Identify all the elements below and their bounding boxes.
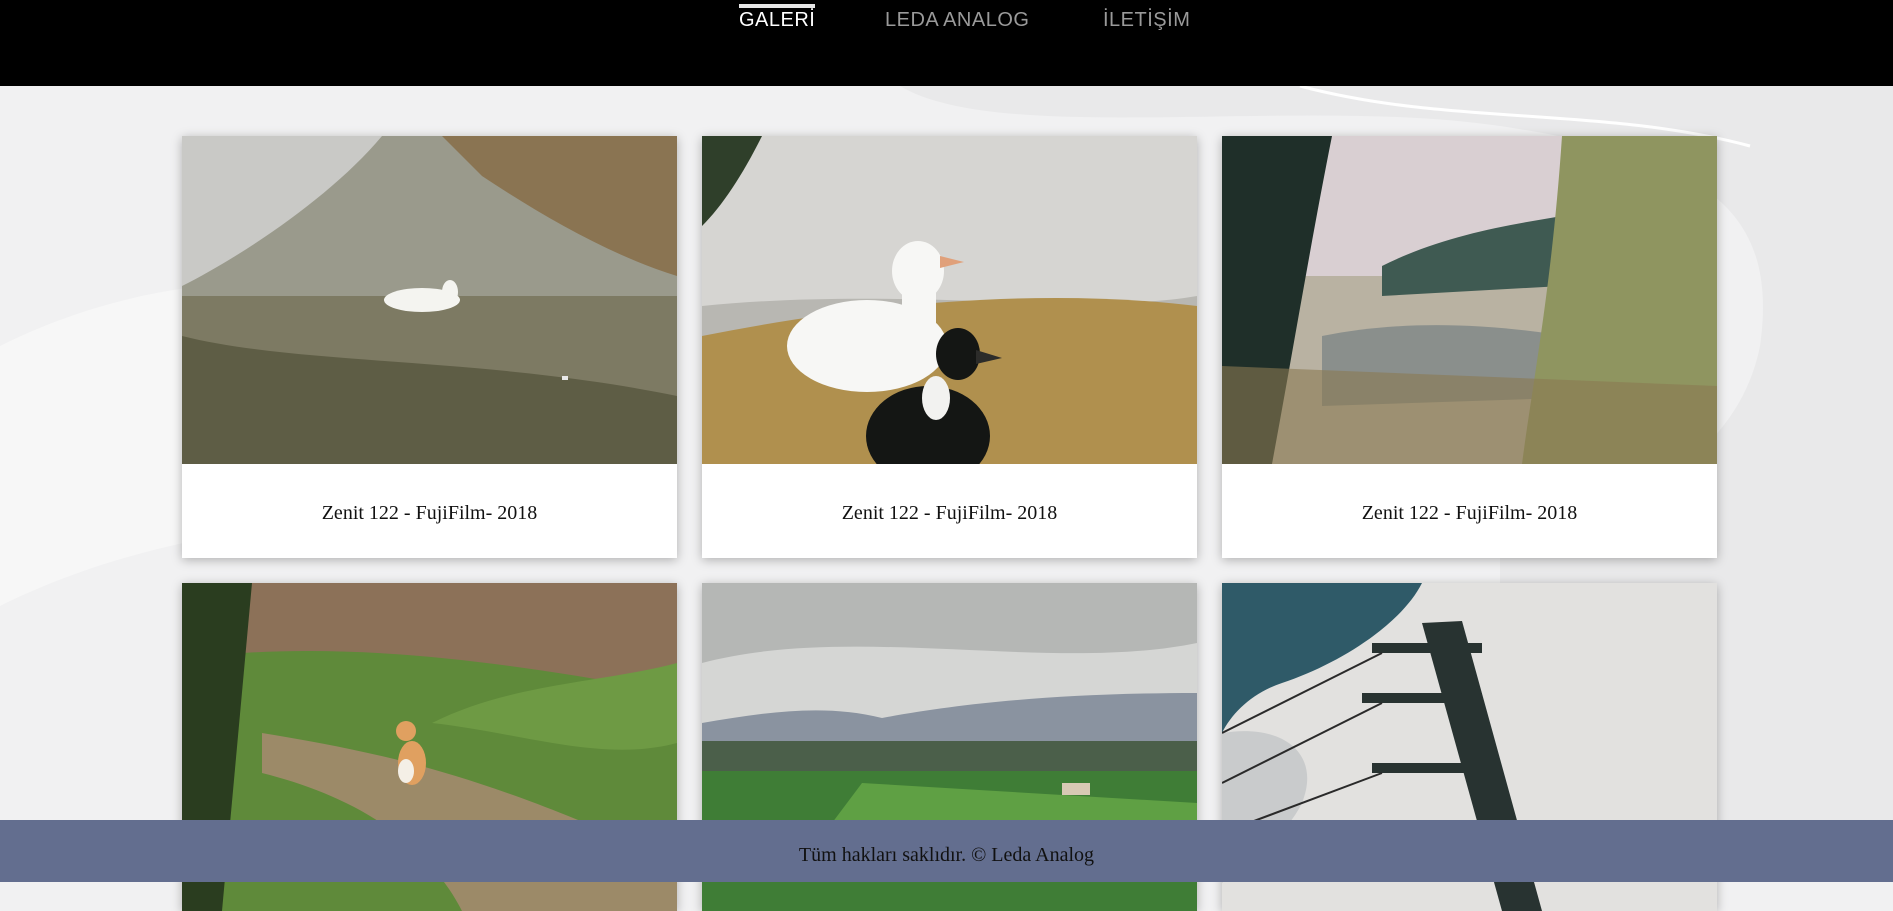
photo-caption: Zenit 122 - FujiFilm- 2018 [841, 502, 1058, 524]
gallery-photo[interactable] [182, 136, 677, 464]
footer-copyright: Tüm hakları saklıdır. © Leda Analog [798, 844, 1095, 866]
photo-caption: Zenit 122 - FujiFilm- 2018 [1361, 502, 1578, 524]
gallery-photo[interactable] [1222, 136, 1717, 464]
site-footer: Tüm hakları saklıdır. © Leda Analog [0, 820, 1893, 882]
nav-item-leda-analog[interactable]: LEDA ANALOG [885, 0, 1029, 36]
gallery-card[interactable]: Zenit 122 - FujiFilm- 2018 [182, 136, 677, 558]
main-nav: GALERİ LEDA ANALOG İLETİŞİM [0, 0, 1893, 40]
nav-item-galeri[interactable]: GALERİ [739, 0, 816, 36]
gallery-grid: Zenit 122 - FujiFilm- 2018 Zenit 122 - F… [0, 0, 1893, 911]
site-header: GALERİ LEDA ANALOG İLETİŞİM [0, 0, 1893, 86]
photo-caption: Zenit 122 - FujiFilm- 2018 [321, 502, 538, 524]
gallery-card[interactable]: Zenit 122 - FujiFilm- 2018 [702, 136, 1197, 558]
nav-item-iletisim[interactable]: İLETİŞİM [1103, 0, 1190, 36]
gallery-card[interactable]: Zenit 122 - FujiFilm- 2018 [1222, 136, 1717, 558]
gallery-photo[interactable] [702, 136, 1197, 464]
